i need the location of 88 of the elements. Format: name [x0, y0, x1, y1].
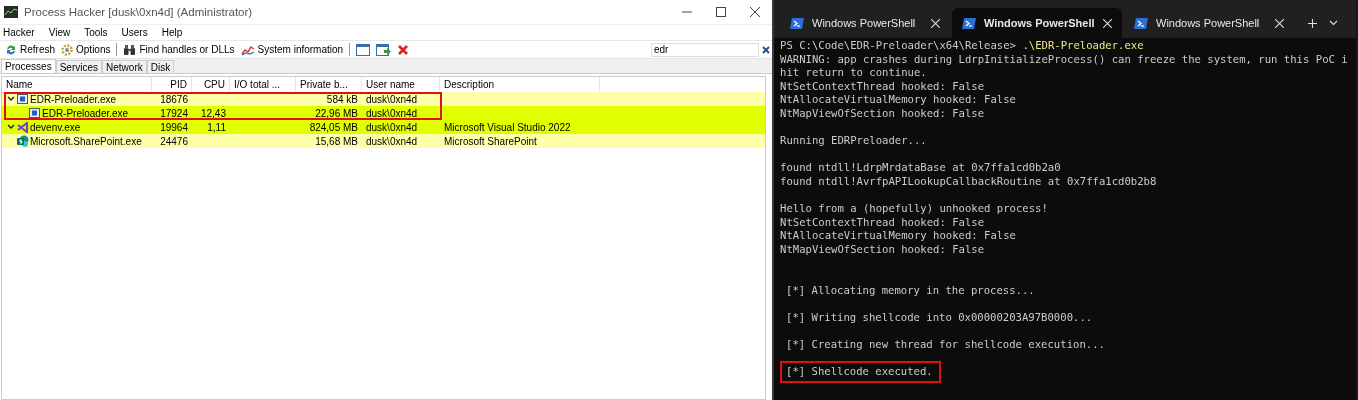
terminal-line: [*] Writing shellcode into 0x00000203A97B0000... — [786, 310, 1093, 323]
tab[interactable]: Processes — [1, 59, 56, 73]
table-cell: dusk\0xn4d — [366, 93, 418, 105]
tab[interactable]: Disk — [146, 60, 175, 73]
column-header[interactable]: User name — [366, 79, 415, 90]
toolbar-button[interactable]: Find handles or DLLs — [120, 41, 238, 58]
search-field[interactable]: edr — [651, 42, 759, 57]
table-cell: dusk\0xn4d — [366, 121, 418, 133]
table-cell: 1,11 — [207, 121, 226, 133]
process-row[interactable]: devenv.exe 19964 1,11 824,05 MB dusk\0xn4d Microsoft Visual Studio 2022 — [2, 120, 765, 134]
menu-item[interactable]: Help — [161, 27, 183, 38]
window-icon — [17, 94, 28, 104]
column-header[interactable]: Description — [444, 79, 495, 90]
table-cell: dusk\0xn4d — [366, 107, 418, 119]
window-icon — [29, 108, 40, 118]
terminal-prompt-icon — [790, 17, 804, 29]
dropdown-icon[interactable] — [1329, 20, 1338, 26]
terminal-line: NtMapViewOfSection hooked: False — [780, 106, 985, 119]
close-icon — [397, 43, 410, 56]
terminal-line: [*] Allocating memory in the process... — [786, 283, 1035, 296]
table-cell: 18676 — [160, 93, 188, 105]
column-header[interactable]: CPU — [203, 79, 225, 90]
terminal-line: [*] Shellcode executed. — [786, 365, 933, 378]
process-name: Microsoft.SharePoint.exe — [30, 135, 142, 147]
s-logo-icon — [17, 135, 29, 147]
maximize-icon[interactable] — [716, 7, 726, 17]
refresh-icon — [5, 43, 17, 56]
column-header[interactable]: Private b... — [300, 79, 348, 90]
terminal-line: found ntdll!AvrfpAPILookupCallbackRoutine at 0x7ffa1cd0b2b8 — [780, 174, 1157, 187]
terminal-line: WARNING: app crashes during LdrpInitializeProcess() can freeze the system, run this PoC i — [780, 52, 1348, 65]
terminal-prompt: PS C:\Code\EDR-Preloader\x64\Release> — [780, 39, 1016, 51]
menu-item[interactable]: View — [48, 27, 71, 38]
terminal-prompt-icon — [962, 17, 976, 29]
terminal-line: found ntdll!LdrpMrdataBase at 0x7ffa1cd0b2a0 — [780, 161, 1061, 174]
table-cell: 17924 — [160, 107, 188, 119]
terminal-command: .\EDR-Preloader.exe — [1022, 39, 1144, 51]
terminal-tab[interactable]: Windows PowerShell — [780, 8, 950, 38]
tab[interactable]: Services — [55, 60, 103, 73]
process-row[interactable]: EDR-Preloader.exe 17924 12,43 22,96 MB dusk\0xn4d — [2, 106, 765, 120]
process-row[interactable]: Microsoft.SharePoint.exe 24476 15,68 MB dusk\0xn4d Microsoft SharePoint — [2, 134, 765, 148]
table-cell: 22,96 MB — [315, 107, 358, 119]
table-cell: dusk\0xn4d — [366, 135, 418, 147]
toolbar-button[interactable]: System information — [237, 41, 347, 58]
tab[interactable]: Network — [102, 60, 147, 73]
binoculars-icon — [123, 43, 137, 56]
terminal-line: NtSetContextThread hooked: False — [780, 215, 985, 228]
toolbar-button[interactable]: Options — [58, 41, 114, 58]
table-cell: 15,68 MB — [315, 135, 358, 147]
terminal-line: Running EDRPreloader... — [780, 134, 927, 147]
terminal-line: hit return to continue. — [780, 66, 927, 79]
terminal-line: NtMapViewOfSection hooked: False — [780, 242, 985, 255]
table-cell: 24476 — [160, 135, 188, 147]
terminal-line: NtAllocateVirtualMemory hooked: False — [780, 93, 1016, 106]
menu-item[interactable]: Users — [121, 27, 148, 38]
terminal-prompt-icon — [1134, 17, 1148, 29]
process-name: EDR-Preloader.exe — [42, 107, 129, 119]
table-cell: Microsoft Visual Studio 2022 — [444, 121, 571, 133]
table-cell: 824,05 MB — [309, 121, 358, 133]
terminal-line: [*] Creating new thread for shellcode execution... — [786, 338, 1105, 351]
terminal-line: Hello from a (hopefully) unhooked process! — [780, 202, 1048, 215]
table-cell: 19964 — [160, 121, 188, 133]
plus-icon[interactable] — [1308, 18, 1317, 28]
clear-icon[interactable] — [762, 45, 770, 54]
graph-icon — [240, 43, 255, 56]
infinity-icon — [17, 121, 29, 133]
chevron-down-icon[interactable] — [7, 96, 15, 102]
app-icon — [4, 6, 18, 18]
column-header[interactable]: PID — [170, 79, 187, 90]
terminal-tab[interactable]: Windows PowerShell — [1124, 8, 1294, 38]
window-icon — [356, 43, 371, 56]
toolbar-button[interactable]: Refresh — [2, 41, 58, 58]
gear-icon — [61, 43, 73, 56]
terminal-line: NtSetContextThread hooked: False — [780, 79, 985, 92]
table-cell: 584 kB — [326, 93, 358, 105]
column-header[interactable]: Name — [6, 79, 33, 90]
process-row[interactable]: EDR-Preloader.exe 18676 584 kB dusk\0xn4d — [2, 92, 765, 106]
column-header[interactable]: I/O total ... — [234, 79, 281, 90]
menu-item[interactable]: Hacker — [3, 27, 35, 38]
terminal-line: NtAllocateVirtualMemory hooked: False — [780, 229, 1016, 242]
window-title: Process Hacker [dusk\0xn4d] (Administrator) — [24, 6, 253, 18]
process-name: EDR-Preloader.exe — [30, 93, 117, 105]
table-cell: 12,43 — [200, 107, 226, 119]
process-name: devenv.exe — [30, 121, 81, 133]
chevron-down-icon[interactable] — [7, 124, 15, 130]
close-icon[interactable] — [750, 7, 760, 17]
terminal-tab[interactable]: Windows PowerShell — [952, 8, 1122, 38]
table-cell: Microsoft SharePoint — [444, 135, 537, 147]
menu-item[interactable]: Tools — [84, 27, 108, 38]
